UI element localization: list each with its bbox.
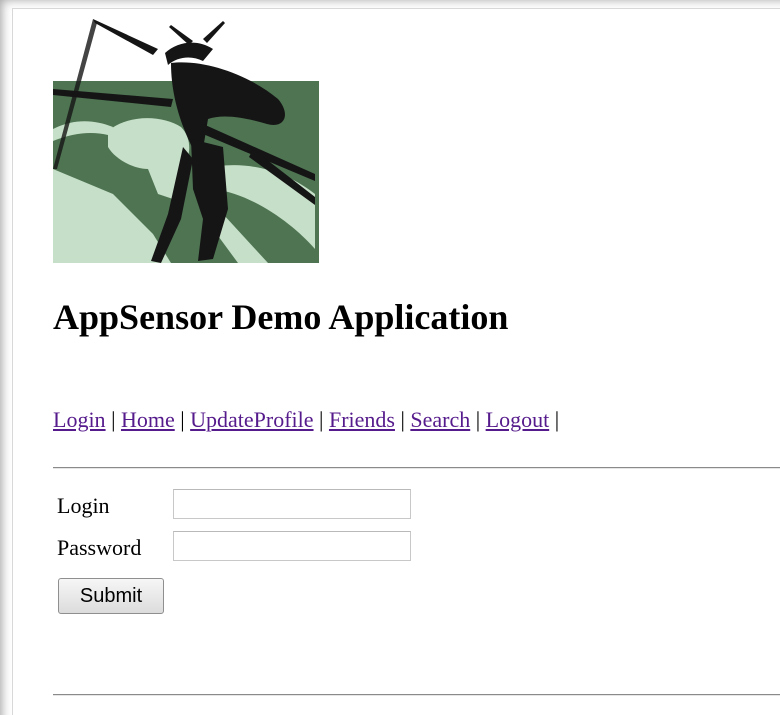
page: AppSensor Demo Application Login | Home …: [12, 8, 780, 715]
nav-friends-link[interactable]: Friends: [329, 407, 395, 432]
login-label: Login: [57, 493, 110, 518]
nav-login-link[interactable]: Login: [53, 407, 106, 432]
browser-viewport: AppSensor Demo Application Login | Home …: [0, 0, 780, 715]
praying-mantis-logo: [53, 19, 319, 263]
nav-separator: |: [180, 407, 185, 432]
nav-search-link[interactable]: Search: [410, 407, 470, 432]
nav-logout-link[interactable]: Logout: [486, 407, 550, 432]
main-nav: Login | Home | UpdateProfile | Friends |…: [53, 407, 559, 433]
login-input[interactable]: [173, 489, 411, 519]
nav-separator: |: [554, 407, 560, 432]
divider-bottom: [53, 694, 780, 696]
nav-separator: |: [475, 407, 481, 432]
app-title: AppSensor Demo Application: [53, 297, 509, 337]
nav-separator: |: [111, 407, 116, 432]
password-input[interactable]: [173, 531, 411, 561]
password-label: Password: [57, 535, 142, 560]
nav-separator: |: [400, 407, 405, 432]
divider-top: [53, 467, 780, 469]
submit-button[interactable]: Submit: [58, 578, 164, 614]
nav-updateprofile-link[interactable]: UpdateProfile: [190, 407, 313, 432]
nav-home-link[interactable]: Home: [121, 407, 175, 432]
nav-separator: |: [319, 407, 324, 432]
